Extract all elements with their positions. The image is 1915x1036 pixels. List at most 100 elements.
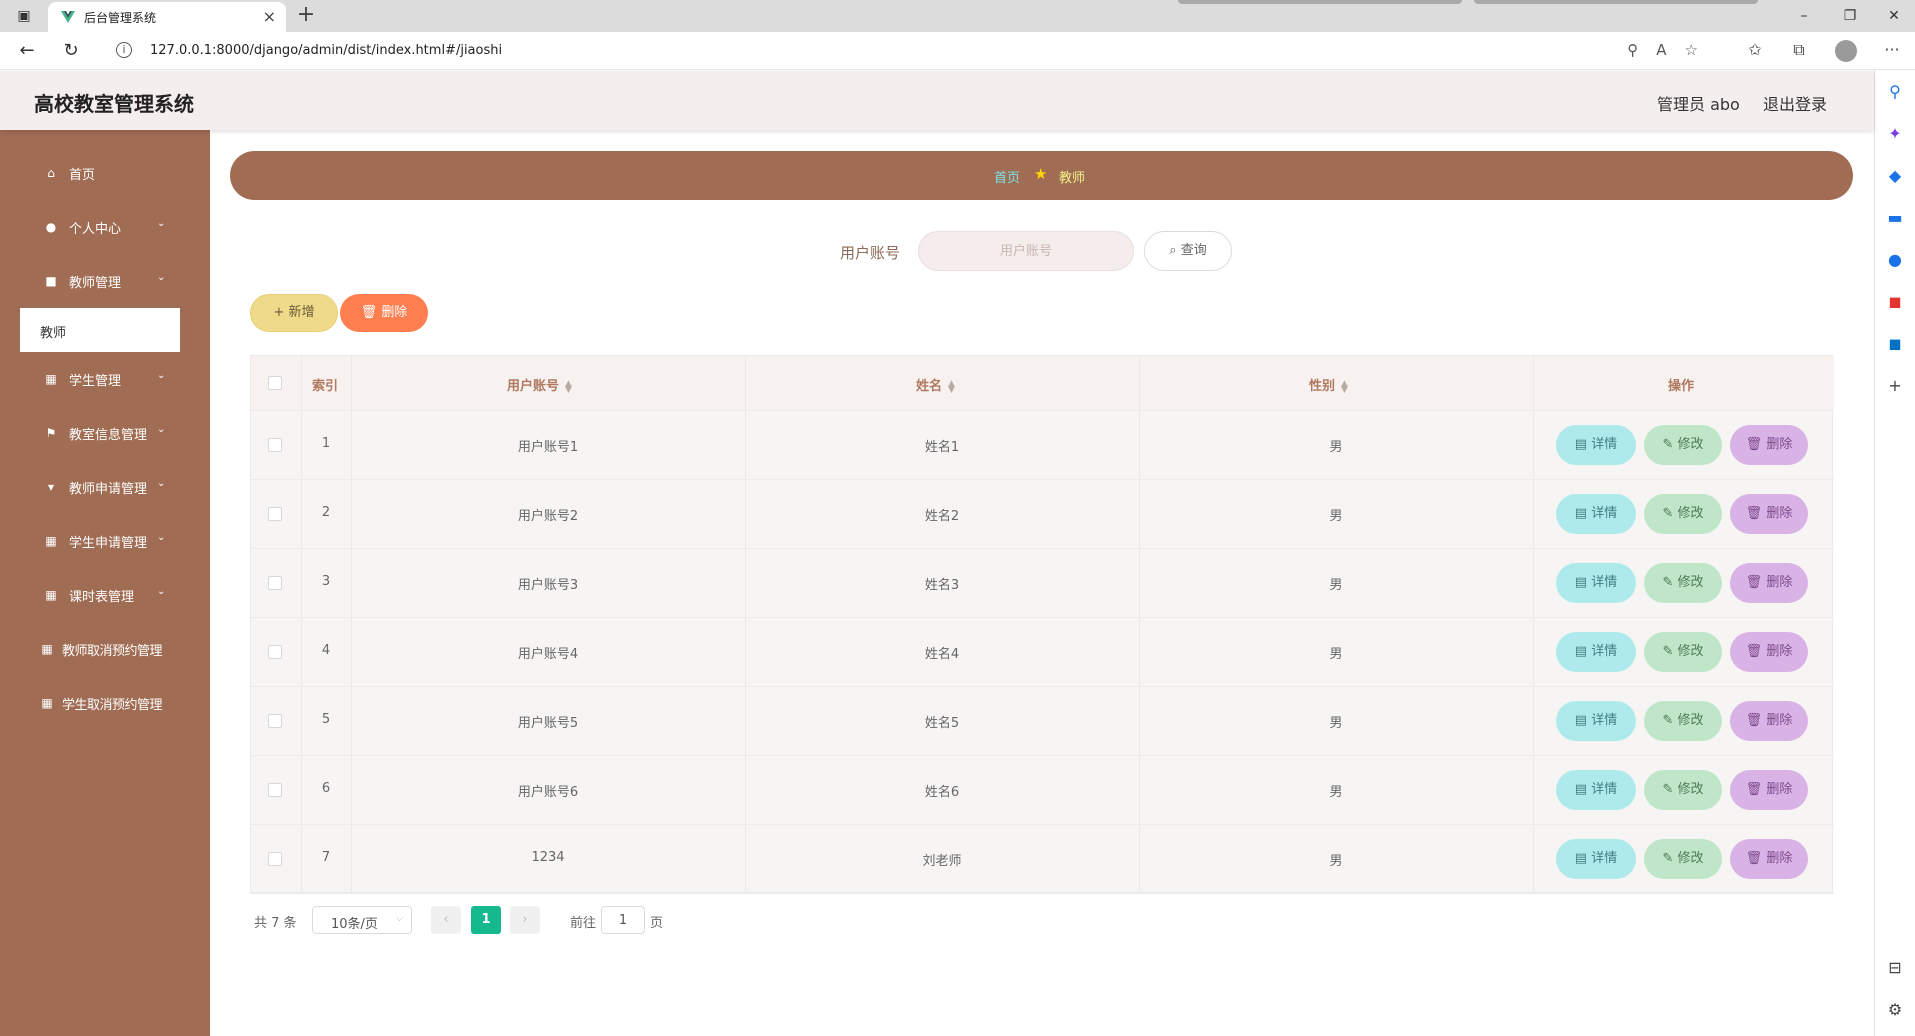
column-header-account[interactable]: 用户账号 ▲ ▼ [507, 375, 572, 394]
tab-actions-icon[interactable]: ▣ [4, 0, 44, 32]
chevron-down-icon: ⌄ [157, 586, 166, 597]
sidebar-item-profile[interactable]: ● 个人中心 ⌄ [0, 206, 210, 246]
trash-icon: 🗑 [1745, 437, 1763, 452]
profile-avatar-icon[interactable] [1835, 40, 1857, 62]
sidebar-item-schedule[interactable]: ▦ 课时表管理 ⌄ [0, 574, 210, 614]
goto-suffix: 页 [650, 916, 664, 931]
edit-button[interactable]: ✎ 修改 [1644, 770, 1722, 810]
favorites-icon[interactable]: ✩ [1742, 38, 1768, 62]
detail-button[interactable]: ▤ 详情 [1556, 701, 1636, 741]
delete-button-label: 删除 [381, 305, 408, 320]
sidebar-item-teacher-management[interactable]: ■ 教师管理 ⌄ [0, 260, 210, 300]
cell-account: 用户账号5 [517, 716, 579, 731]
breadcrumb-current: 教师 [1059, 171, 1086, 186]
edit-button[interactable]: ✎ 修改 [1644, 494, 1722, 534]
new-tab-button[interactable]: + [292, 2, 320, 30]
cell-name: 姓名3 [924, 578, 960, 593]
chevron-up-icon: ⌄ [157, 272, 166, 283]
sidebar-item-classroom-info[interactable]: ⚑ 教室信息管理 ⌄ [0, 412, 210, 452]
outlook-icon[interactable]: ◼ [1885, 334, 1905, 354]
sidebar-item-label: 学生管理 [69, 374, 122, 389]
edit-button[interactable]: ✎ 修改 [1644, 632, 1722, 672]
row-checkbox[interactable] [268, 576, 282, 590]
column-header-gender[interactable]: 性别 ▲ ▼ [1309, 375, 1348, 394]
batch-delete-button[interactable]: 🗑 删除 [340, 294, 428, 332]
column-header-name[interactable]: 姓名 ▲ ▼ [916, 375, 955, 394]
collections-icon[interactable]: ⧉ [1786, 38, 1812, 62]
select-all-checkbox[interactable] [268, 376, 282, 390]
url-field[interactable]: i 127.0.0.1:8000/django/admin/dist/index… [104, 36, 1726, 66]
prev-page-button[interactable]: ‹ [431, 906, 461, 934]
refresh-icon[interactable]: ↻ [58, 39, 84, 63]
vue-logo-icon [61, 11, 75, 23]
close-window-icon[interactable]: ✕ [1874, 0, 1914, 32]
office-icon[interactable]: ◼ [1885, 292, 1905, 312]
sidebar-item-home[interactable]: ⌂ 首页 [0, 152, 210, 192]
breadcrumb-home[interactable]: 首页 [994, 167, 1020, 186]
sidebar-item-label: 教师管理 [69, 276, 122, 291]
back-icon[interactable]: ← [14, 39, 40, 63]
search-input[interactable] [918, 231, 1134, 271]
row-checkbox[interactable] [268, 507, 282, 521]
detail-button[interactable]: ▤ 详情 [1556, 770, 1636, 810]
sidebar-item-teacher-application[interactable]: ▾ 教师申请管理 ⌄ [0, 466, 210, 506]
settings-icon[interactable]: ⚙ [1885, 1000, 1905, 1020]
edit-button[interactable]: ✎ 修改 [1644, 701, 1722, 741]
next-page-button[interactable]: › [510, 906, 540, 934]
browser-tab[interactable]: 后台管理系统 × [48, 2, 286, 32]
home-icon: ⌂ [47, 166, 55, 180]
sidebar-toggle-icon[interactable]: ⊟ [1885, 958, 1905, 978]
sidebar-item-label: 教室信息管理 [69, 428, 148, 443]
edit-button[interactable]: ✎ 修改 [1644, 563, 1722, 603]
delete-button[interactable]: 🗑 删除 [1730, 839, 1808, 879]
delete-button[interactable]: 🗑 删除 [1730, 425, 1808, 465]
sidebar-item-teacher-cancel[interactable]: ▦ 教师取消预约管理 [0, 628, 210, 668]
delete-button[interactable]: 🗑 删除 [1730, 494, 1808, 534]
add-icon[interactable]: + [1885, 376, 1905, 396]
search-button[interactable]: ⌕ 查询 [1144, 231, 1232, 271]
row-checkbox[interactable] [268, 438, 282, 452]
copilot-icon[interactable]: ✦ [1885, 124, 1905, 144]
minimize-icon[interactable]: – [1784, 0, 1824, 32]
detail-button[interactable]: ▤ 详情 [1556, 632, 1636, 672]
delete-button[interactable]: 🗑 删除 [1730, 701, 1808, 741]
sidebar-item-student-cancel[interactable]: ▦ 学生取消预约管理 [0, 682, 210, 722]
toolbox-icon[interactable]: ▬ [1885, 208, 1905, 228]
delete-button[interactable]: 🗑 删除 [1730, 563, 1808, 603]
add-button[interactable]: + 新增 [250, 294, 338, 332]
cell-gender: 男 [1329, 854, 1343, 869]
tag-icon[interactable]: ◆ [1885, 166, 1905, 186]
tab-close-icon[interactable]: × [263, 7, 276, 26]
logout-link[interactable]: 退出登录 [1763, 91, 1827, 115]
detail-button[interactable]: ▤ 详情 [1556, 494, 1636, 534]
delete-button[interactable]: 🗑 删除 [1730, 632, 1808, 672]
edit-button[interactable]: ✎ 修改 [1644, 425, 1722, 465]
pencil-icon: ✎ [1662, 713, 1674, 728]
row-checkbox[interactable] [268, 783, 282, 797]
sidebar-subitem-teacher[interactable]: 教师 [20, 308, 180, 352]
row-checkbox[interactable] [268, 714, 282, 728]
info-icon[interactable]: i [116, 42, 132, 58]
people-icon[interactable]: ● [1885, 250, 1905, 270]
more-icon[interactable]: ··· [1879, 38, 1905, 62]
sidebar-item-student-management[interactable]: ▦ 学生管理 ⌄ [0, 358, 210, 398]
row-checkbox[interactable] [268, 645, 282, 659]
search-icon[interactable]: ⚲ [1885, 82, 1905, 102]
goto-page-input[interactable] [601, 906, 645, 934]
detail-button[interactable]: ▤ 详情 [1556, 839, 1636, 879]
sidebar-item-student-application[interactable]: ▦ 学生申请管理 ⌄ [0, 520, 210, 560]
trash-icon: 🗑 [1745, 644, 1763, 659]
restore-icon[interactable]: ❐ [1830, 0, 1870, 32]
detail-button[interactable]: ▤ 详情 [1556, 563, 1636, 603]
page-size-select[interactable]: 10条/页 ⌵ [312, 906, 412, 934]
cell-name: 姓名4 [924, 647, 960, 662]
url-actions-icons[interactable]: ⚲A☆ [1627, 41, 1716, 59]
page-number-current[interactable]: 1 [471, 906, 501, 934]
app-header: 高校教室管理系统 管理员 abo 退出登录 [0, 71, 1874, 130]
cell-gender: 男 [1329, 716, 1343, 731]
row-checkbox[interactable] [268, 852, 282, 866]
flag-icon: ⚑ [45, 426, 57, 440]
delete-button[interactable]: 🗑 删除 [1730, 770, 1808, 810]
edit-button[interactable]: ✎ 修改 [1644, 839, 1722, 879]
detail-button[interactable]: ▤ 详情 [1556, 425, 1636, 465]
